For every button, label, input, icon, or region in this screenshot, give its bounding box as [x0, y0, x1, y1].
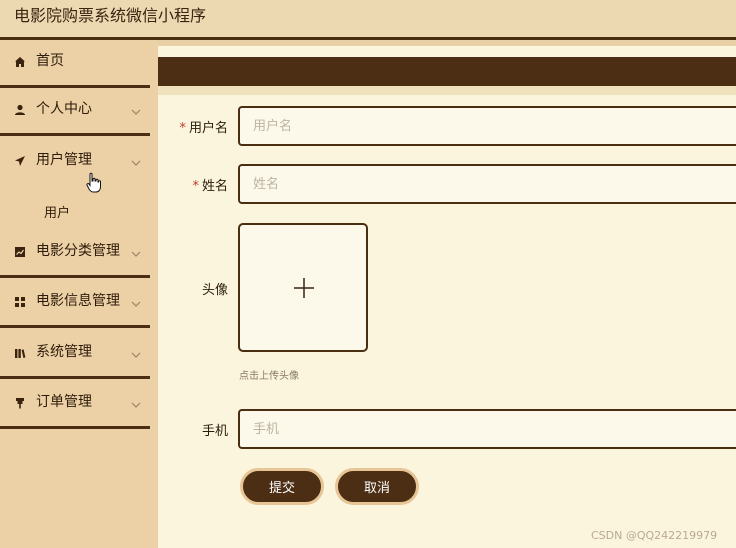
chevron-down-icon	[130, 245, 142, 257]
sidebar-item-user-management[interactable]: 用户管理	[0, 139, 150, 190]
sidebar: 首页 个人中心 用户管理 用户 电影分类管理 电影信息管理 系统管理 订单管理	[0, 40, 158, 548]
sidebar-item-home[interactable]: 首页	[0, 40, 150, 88]
hand-cursor-icon	[86, 172, 102, 194]
sidebar-item-label: 首页	[36, 53, 64, 69]
sidebar-item-system-management[interactable]: 系统管理	[0, 331, 150, 379]
sidebar-item-label: 电影信息管理	[36, 293, 120, 309]
library-icon	[13, 346, 27, 360]
username-label: * 用户名	[179, 121, 228, 136]
watermark: CSDN @QQ242219979	[591, 529, 718, 542]
sidebar-subitem-user[interactable]: 用户	[0, 190, 150, 228]
main-header-bar	[158, 57, 736, 86]
chevron-down-icon	[130, 396, 142, 408]
required-mark: *	[179, 121, 186, 136]
sidebar-item-personal-center[interactable]: 个人中心	[0, 88, 150, 136]
sidebar-subitem-label: 用户	[44, 206, 71, 221]
sidebar-item-order-management[interactable]: 订单管理	[0, 381, 150, 429]
pin-icon	[13, 396, 27, 410]
main-header-band	[158, 86, 736, 95]
chevron-down-icon	[130, 346, 142, 358]
chevron-down-icon	[130, 103, 142, 115]
chevron-down-icon	[130, 154, 142, 166]
sidebar-item-label: 订单管理	[36, 394, 92, 410]
home-icon	[13, 55, 27, 69]
sidebar-item-label: 个人中心	[36, 101, 92, 117]
name-input[interactable]	[238, 164, 736, 204]
sidebar-item-label: 用户管理	[36, 152, 92, 168]
chevron-down-icon	[130, 295, 142, 307]
send-icon	[13, 154, 27, 168]
avatar-upload[interactable]	[238, 223, 368, 352]
required-mark: *	[192, 179, 199, 194]
phone-input[interactable]	[238, 409, 736, 449]
sidebar-item-movie-info[interactable]: 电影信息管理	[0, 280, 150, 328]
username-input[interactable]	[238, 106, 736, 146]
person-icon	[13, 103, 27, 117]
app-title: 电影院购票系统微信小程序	[14, 6, 207, 25]
top-bar: 电影院购票系统微信小程序	[0, 0, 736, 40]
grid-icon	[13, 295, 27, 309]
sidebar-item-movie-category[interactable]: 电影分类管理	[0, 230, 150, 278]
phone-label: 手机	[201, 424, 228, 439]
cancel-button[interactable]: 取消	[335, 468, 419, 505]
name-label: * 姓名	[192, 179, 228, 194]
chart-icon	[13, 245, 27, 259]
avatar-label: 头像	[201, 283, 228, 298]
sidebar-item-label: 电影分类管理	[36, 243, 120, 259]
plus-icon	[294, 278, 314, 298]
main-top-band	[158, 40, 736, 46]
avatar-upload-hint: 点击上传头像	[239, 371, 299, 382]
submit-button[interactable]: 提交	[240, 468, 324, 505]
sidebar-item-label: 系统管理	[36, 344, 92, 360]
